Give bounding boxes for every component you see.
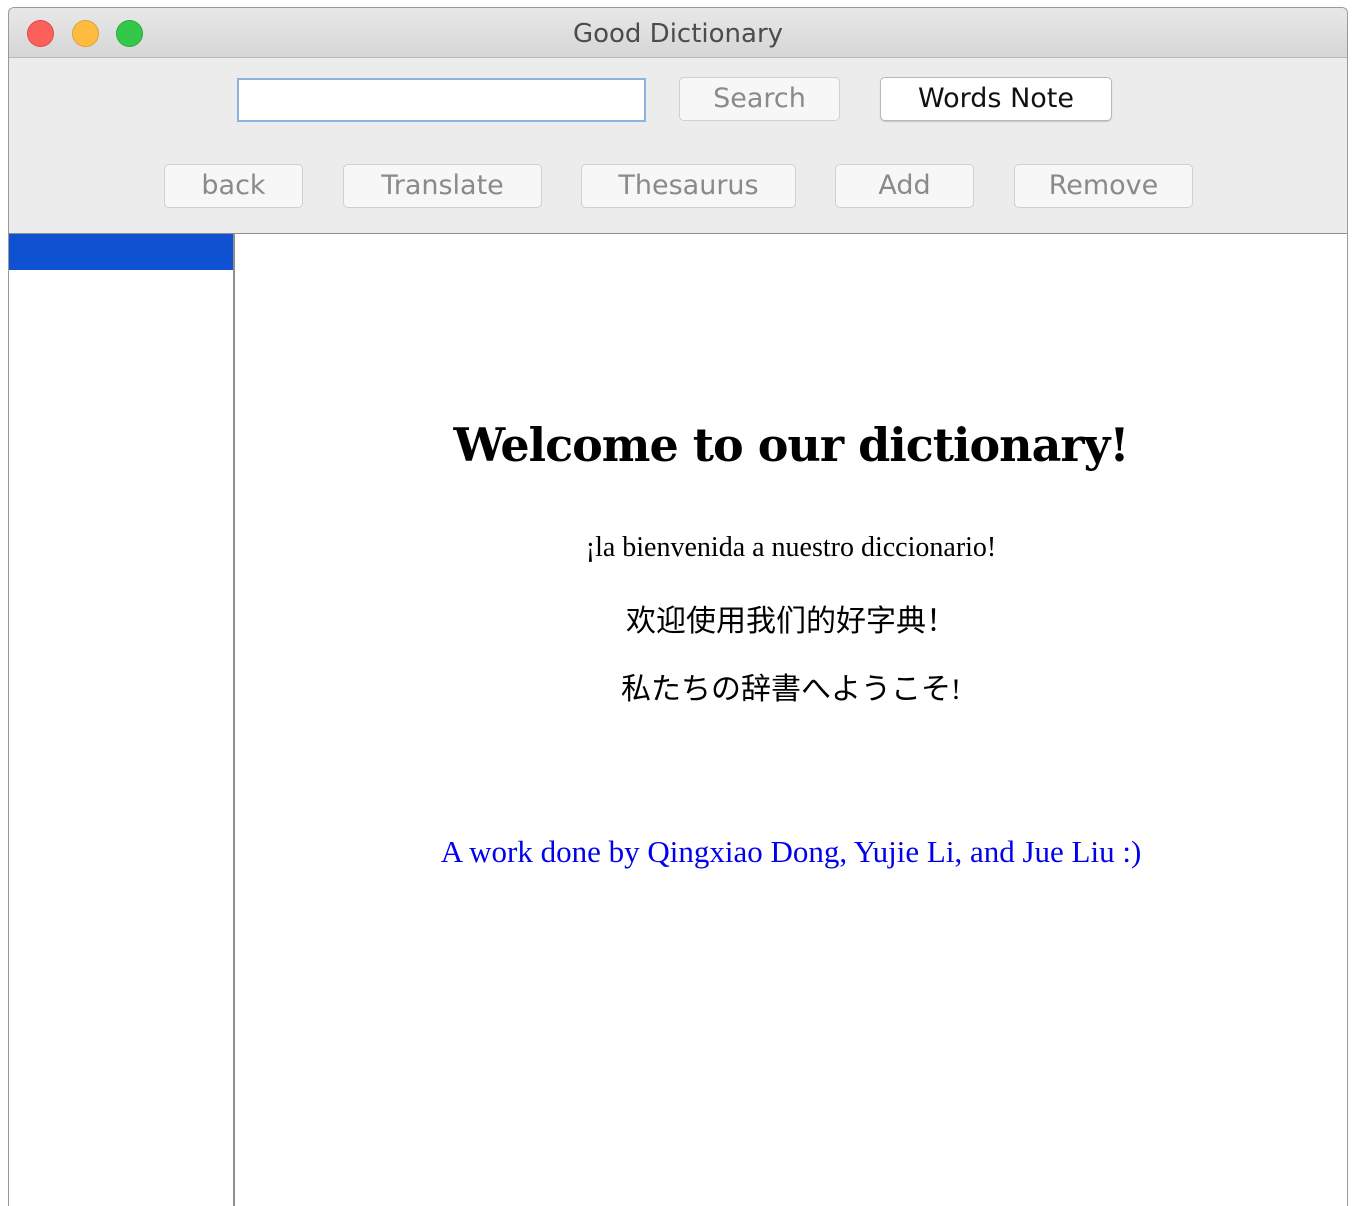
window-title: Good Dictionary (572, 19, 784, 49)
search-button[interactable]: Search (679, 77, 840, 121)
toolbar: Search Words Note back Translate Thesaur… (9, 58, 1347, 234)
welcome-chinese: 欢迎使用我们的好字典！ (626, 605, 956, 638)
search-input[interactable] (237, 78, 646, 122)
app-window: Good Dictionary Search Words Note back T… (8, 7, 1348, 1206)
thesaurus-button[interactable]: Thesaurus (581, 164, 796, 208)
welcome-japanese: 私たちの辞書へようこそ! (621, 673, 961, 706)
remove-button[interactable]: Remove (1014, 164, 1193, 208)
welcome-spanish: ¡la bienvenida a nuestro diccionario! (585, 532, 997, 563)
credits-text: A work done by Qingxiao Dong, Yujie Li, … (440, 834, 1142, 869)
add-button[interactable]: Add (835, 164, 974, 208)
words-note-button[interactable]: Words Note (880, 77, 1112, 121)
title-bar[interactable]: Good Dictionary (9, 8, 1347, 58)
welcome-heading: Welcome to our dictionary! (453, 418, 1129, 472)
translate-button[interactable]: Translate (343, 164, 542, 208)
back-button[interactable]: back (164, 164, 303, 208)
word-list[interactable] (9, 234, 235, 1206)
selected-list-item[interactable] (9, 234, 233, 270)
content-pane: Welcome to our dictionary! ¡la bienvenid… (235, 234, 1347, 1206)
